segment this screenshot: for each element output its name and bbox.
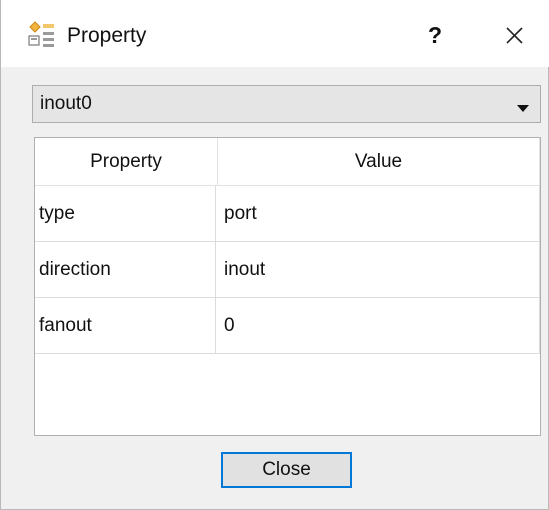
property-cell[interactable]: direction — [35, 242, 216, 298]
column-header-value[interactable]: Value — [218, 138, 540, 186]
value-cell[interactable]: port — [216, 186, 540, 242]
dialog-title: Property — [67, 24, 147, 47]
value-cell[interactable]: 0 — [216, 298, 540, 354]
table-row[interactable]: fanout 0 — [35, 298, 540, 354]
close-button[interactable]: Close — [221, 452, 352, 488]
chevron-down-icon — [517, 100, 529, 112]
title-bar[interactable]: Property ? — [1, 0, 549, 67]
property-app-icon — [26, 20, 58, 50]
close-icon[interactable] — [492, 15, 536, 55]
property-dialog: Property ? inout0 Property Value type po… — [0, 0, 549, 510]
property-cell[interactable]: fanout — [35, 298, 216, 354]
help-button[interactable]: ? — [413, 15, 457, 55]
table-row[interactable]: direction inout — [35, 242, 540, 298]
value-cell[interactable]: inout — [216, 242, 540, 298]
close-button-label: Close — [262, 459, 311, 480]
property-cell[interactable]: type — [35, 186, 216, 242]
object-selector-dropdown[interactable]: inout0 — [32, 85, 541, 123]
selected-object: inout0 — [40, 93, 92, 114]
property-table: Property Value type port direction inout… — [34, 137, 541, 436]
column-header-property[interactable]: Property — [35, 138, 218, 186]
table-row[interactable]: type port — [35, 186, 540, 242]
